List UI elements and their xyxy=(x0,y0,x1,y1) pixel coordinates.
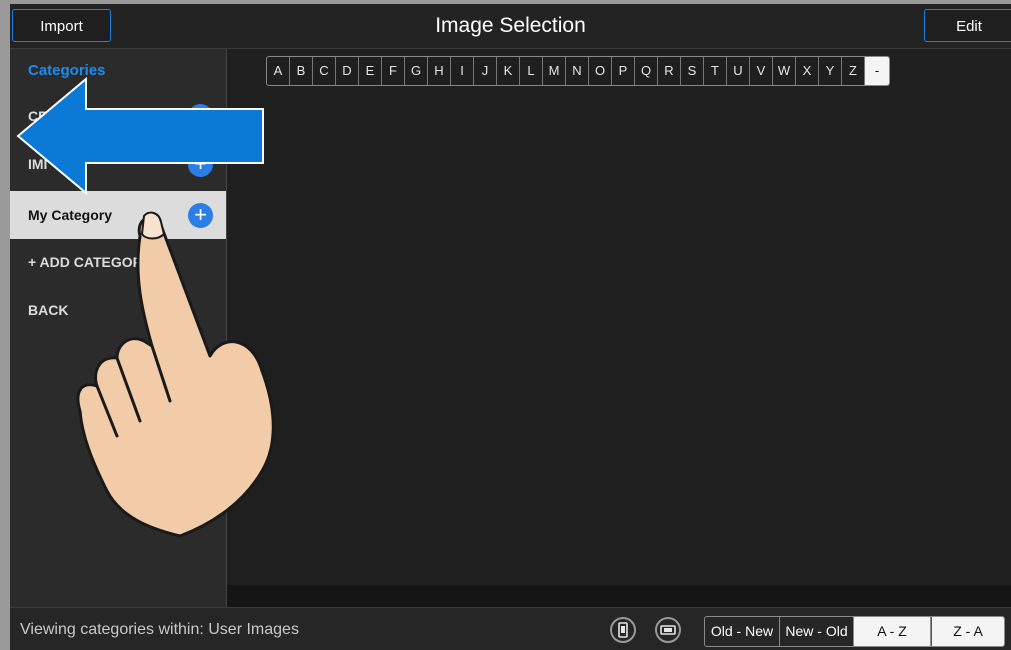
landscape-orientation-icon[interactable] xyxy=(655,617,681,643)
sort-segmented-control: Old - New New - Old A - Z Z - A xyxy=(704,616,1005,647)
left-arrow-overlay xyxy=(16,77,264,195)
letter-x-button[interactable]: X xyxy=(796,57,819,85)
letter-c-button[interactable]: C xyxy=(313,57,336,85)
letter-s-button[interactable]: S xyxy=(681,57,704,85)
letter-j-button[interactable]: J xyxy=(474,57,497,85)
letter-r-button[interactable]: R xyxy=(658,57,681,85)
letter-t-button[interactable]: T xyxy=(704,57,727,85)
content-bottom-strip xyxy=(227,585,1011,607)
letter-n-button[interactable]: N xyxy=(566,57,589,85)
letter-k-button[interactable]: K xyxy=(497,57,520,85)
import-button[interactable]: Import xyxy=(12,9,111,42)
top-bar: Image Selection Import Edit xyxy=(10,4,1011,49)
letter-p-button[interactable]: P xyxy=(612,57,635,85)
portrait-orientation-icon[interactable] xyxy=(610,617,636,643)
letter-w-button[interactable]: W xyxy=(773,57,796,85)
letter-f-button[interactable]: F xyxy=(382,57,405,85)
letter-y-button[interactable]: Y xyxy=(819,57,842,85)
alphabet-index-bar: A B C D E F G H I J K L M N O P Q R S T … xyxy=(266,56,890,86)
letter-e-button[interactable]: E xyxy=(359,57,382,85)
letter-a-button[interactable]: A xyxy=(267,57,290,85)
letter-d-button[interactable]: D xyxy=(336,57,359,85)
letter-q-button[interactable]: Q xyxy=(635,57,658,85)
letter-b-button[interactable]: B xyxy=(290,57,313,85)
sort-a-z-button[interactable]: A - Z xyxy=(854,617,931,646)
bottom-bar: Viewing categories within: User Images O… xyxy=(10,607,1011,650)
status-text: Viewing categories within: User Images xyxy=(20,621,299,638)
letter-m-button[interactable]: M xyxy=(543,57,566,85)
sort-old-new-button[interactable]: Old - New xyxy=(705,617,780,646)
letter-z-button[interactable]: Z xyxy=(842,57,865,85)
letter-i-button[interactable]: I xyxy=(451,57,474,85)
edit-button[interactable]: Edit xyxy=(924,9,1011,42)
pointing-hand-overlay xyxy=(76,211,275,538)
letter-h-button[interactable]: H xyxy=(428,57,451,85)
letter-o-button[interactable]: O xyxy=(589,57,612,85)
sort-new-old-button[interactable]: New - Old xyxy=(780,617,854,646)
letter-u-button[interactable]: U xyxy=(727,57,750,85)
letter-l-button[interactable]: L xyxy=(520,57,543,85)
letter-other-button[interactable]: - xyxy=(865,57,889,85)
sort-z-a-button[interactable]: Z - A xyxy=(931,617,1004,646)
page-title: Image Selection xyxy=(435,14,586,37)
letter-v-button[interactable]: V xyxy=(750,57,773,85)
letter-g-button[interactable]: G xyxy=(405,57,428,85)
